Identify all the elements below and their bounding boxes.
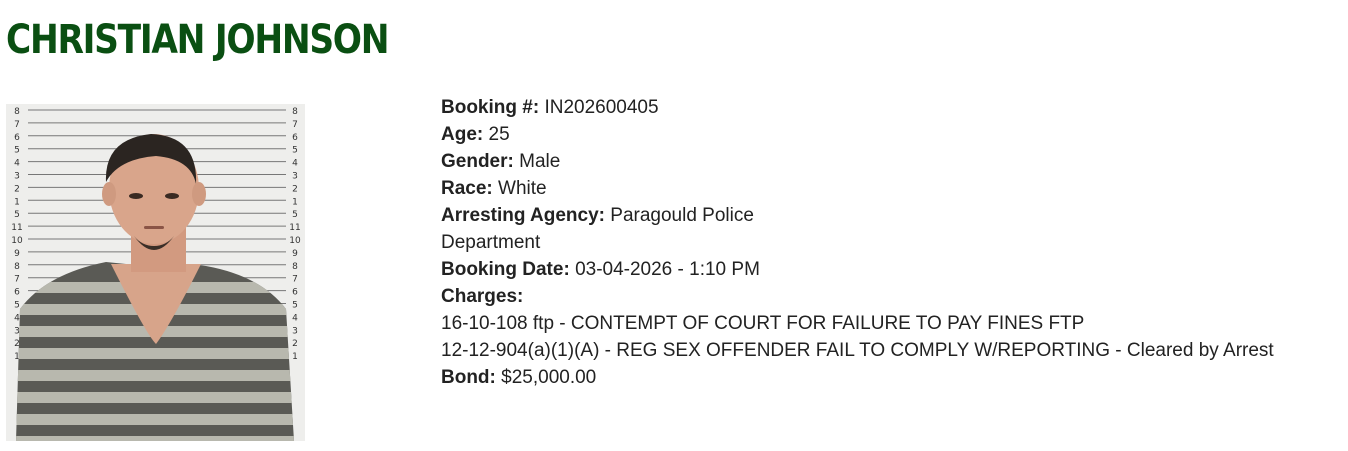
height-chart-mark: 3 — [14, 172, 20, 182]
bond-row: Bond: $25,000.00 — [441, 364, 1331, 391]
height-chart-mark: 7 — [292, 275, 298, 285]
gender-label: Gender: — [441, 151, 514, 172]
shirt-stripe — [16, 436, 294, 441]
booking-date-label: Booking Date: — [441, 259, 570, 280]
bond-label: Bond: — [441, 367, 496, 388]
height-chart-mark: 2 — [14, 184, 20, 194]
race-label: Race: — [441, 178, 493, 199]
height-chart-mark: 8 — [14, 262, 20, 272]
height-chart-mark: 10 — [11, 236, 23, 246]
booking-number-value: IN202600405 — [544, 97, 659, 118]
booking-number-row: Booking #: IN202600405 — [441, 94, 1331, 121]
charge-item: 16-10-108 ftp - CONTEMPT OF COURT FOR FA… — [441, 313, 1085, 334]
age-label: Age: — [441, 124, 484, 145]
height-chart-mark: 11 — [11, 223, 22, 233]
gender-row: Gender: Male — [441, 148, 1331, 175]
height-chart-mark: 4 — [14, 313, 20, 323]
charges-label: Charges: — [441, 286, 524, 307]
height-chart-mark: 8 — [292, 262, 298, 272]
height-chart-mark: 7 — [14, 120, 20, 130]
height-chart-mark: 3 — [292, 326, 298, 336]
charge-item: 12-12-904(a)(1)(A) - REG SEX OFFENDER FA… — [441, 340, 1274, 361]
shirt-stripe — [16, 370, 294, 381]
age-value: 25 — [488, 124, 510, 145]
height-chart-mark: 6 — [292, 288, 298, 298]
mugshot-illustration: 8 87 76 65 54 43 32 21 15 511 1110 109 98 87 76 65 54 43 3… — [6, 104, 305, 441]
height-chart-mark: 11 — [289, 223, 300, 233]
height-chart-mark: 8 — [292, 107, 298, 117]
height-chart-mark: 8 — [14, 107, 20, 117]
charges-row: Charges: — [441, 283, 1331, 310]
height-chart-mark: 5 — [292, 210, 298, 220]
shirt-stripe — [16, 348, 294, 359]
height-chart-mark: 6 — [14, 133, 20, 143]
arresting-agency-row: Arresting Agency: Paragould Police Depar… — [441, 202, 791, 256]
race-value: White — [498, 178, 547, 199]
height-chart-mark: 5 — [292, 146, 298, 156]
height-chart-mark: 9 — [292, 249, 298, 259]
height-chart-mark: 4 — [292, 159, 298, 169]
inmate-name-title: CHRISTIAN JOHNSON — [6, 17, 390, 63]
race-row: Race: White — [441, 175, 1331, 202]
shirt-stripe — [16, 392, 294, 403]
booking-date-row: Booking Date: 03-04-2026 - 1:10 PM — [441, 256, 1331, 283]
height-chart-mark: 5 — [292, 301, 298, 311]
height-chart-mark: 3 — [292, 172, 298, 182]
height-chart-mark: 5 — [14, 146, 20, 156]
shirt-stripe — [16, 414, 294, 425]
height-chart-mark: 1 — [14, 197, 20, 207]
height-chart-mark: 5 — [14, 210, 20, 220]
inmate-details: Booking #: IN202600405 Age: 25 Gender: M… — [441, 94, 1331, 391]
height-chart-mark: 7 — [292, 120, 298, 130]
height-chart-mark: 6 — [14, 288, 20, 298]
height-chart-mark: 4 — [14, 159, 20, 169]
mugshot-photo: 8 8 7 7 6 6 5 5 4 4 3 3 2 2 1 1 5 5 11 11 10 10 9 9 8 8 7 7 6 6 5 5 4 4 3 3… — [6, 104, 305, 441]
booking-date-value: 03-04-2026 - 1:10 PM — [575, 259, 760, 280]
height-chart-mark: 6 — [292, 133, 298, 143]
height-chart-mark: 10 — [289, 236, 301, 246]
height-chart-mark: 4 — [292, 313, 298, 323]
height-chart-mark: 7 — [14, 275, 20, 285]
height-chart-mark: 2 — [292, 184, 298, 194]
age-row: Age: 25 — [441, 121, 1331, 148]
gender-value: Male — [519, 151, 561, 172]
height-chart-mark: 1 — [292, 352, 298, 362]
bond-value: $25,000.00 — [501, 367, 597, 388]
height-chart-mark: 3 — [14, 326, 20, 336]
height-chart-mark: 1 — [292, 197, 298, 207]
arresting-agency-label: Arresting Agency: — [441, 205, 605, 226]
booking-number-label: Booking #: — [441, 97, 540, 118]
height-chart-mark: 2 — [292, 339, 298, 349]
height-chart-mark: 9 — [14, 249, 20, 259]
height-chart-mark: 5 — [14, 301, 20, 311]
